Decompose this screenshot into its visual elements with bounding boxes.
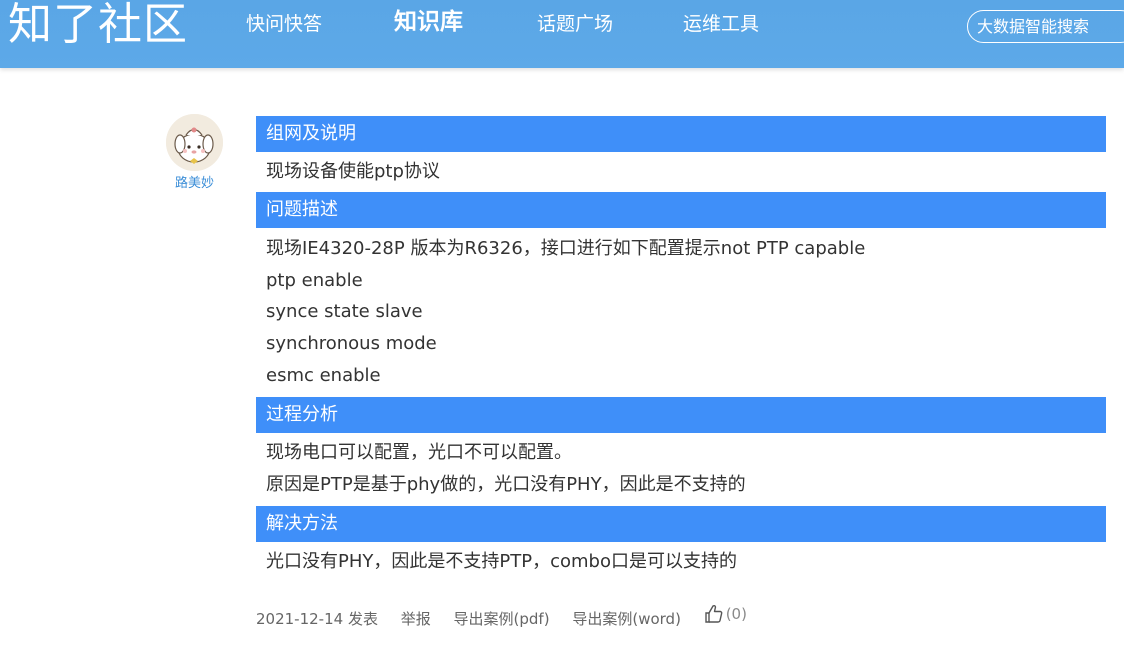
- cartoon-avatar-icon: [166, 114, 223, 171]
- thumbs-up-icon: [705, 604, 723, 623]
- nav-item-quick-qa[interactable]: 快问快答: [246, 10, 322, 38]
- post-footer: 2021-12-14 发表 举报 导出案例(pdf) 导出案例(word) (0…: [256, 602, 783, 628]
- section-line: 原因是PTP是基于phy做的，光口没有PHY，因此是不支持的: [266, 474, 746, 495]
- section-line: synchronous mode: [266, 333, 437, 354]
- avatar[interactable]: [166, 114, 223, 171]
- section-line: 现场电口可以配置，光口不可以配置。: [266, 442, 572, 463]
- like-button[interactable]: (0): [704, 602, 765, 626]
- search-input[interactable]: 大数据智能搜索: [967, 10, 1124, 43]
- post-date: 2021-12-14 发表: [256, 610, 378, 628]
- section-line: 现场IE4320-28P 版本为R6326，接口进行如下配置提示not PTP …: [266, 238, 866, 259]
- section-header-problem: 问题描述: [256, 192, 1106, 228]
- site-logo[interactable]: 知了社区: [8, 0, 188, 50]
- nav-item-ops-tools[interactable]: 运维工具: [683, 10, 759, 38]
- section-line: synce state slave: [266, 301, 423, 322]
- nav-item-topic-square[interactable]: 话题广场: [537, 10, 613, 38]
- section-header-network: 组网及说明: [256, 116, 1106, 152]
- section-line: 现场设备使能ptp协议: [266, 161, 440, 182]
- report-link[interactable]: 举报: [401, 610, 431, 628]
- like-count: (0): [725, 605, 747, 623]
- export-pdf-link[interactable]: 导出案例(pdf): [454, 610, 550, 628]
- nav-item-knowledge-base[interactable]: 知识库: [394, 8, 463, 36]
- section-header-analysis: 过程分析: [256, 397, 1106, 433]
- author-name-link[interactable]: 路美妙: [166, 172, 223, 191]
- section-line: esmc enable: [266, 365, 381, 386]
- section-line: 光口没有PHY，因此是不支持PTP，combo口是可以支持的: [266, 551, 737, 572]
- export-word-link[interactable]: 导出案例(word): [572, 610, 681, 628]
- section-header-solution: 解决方法: [256, 506, 1106, 542]
- top-navigation-bar: 知了社区 快问快答 知识库 话题广场 运维工具 大数据智能搜索: [0, 0, 1124, 68]
- section-line: ptp enable: [266, 270, 363, 291]
